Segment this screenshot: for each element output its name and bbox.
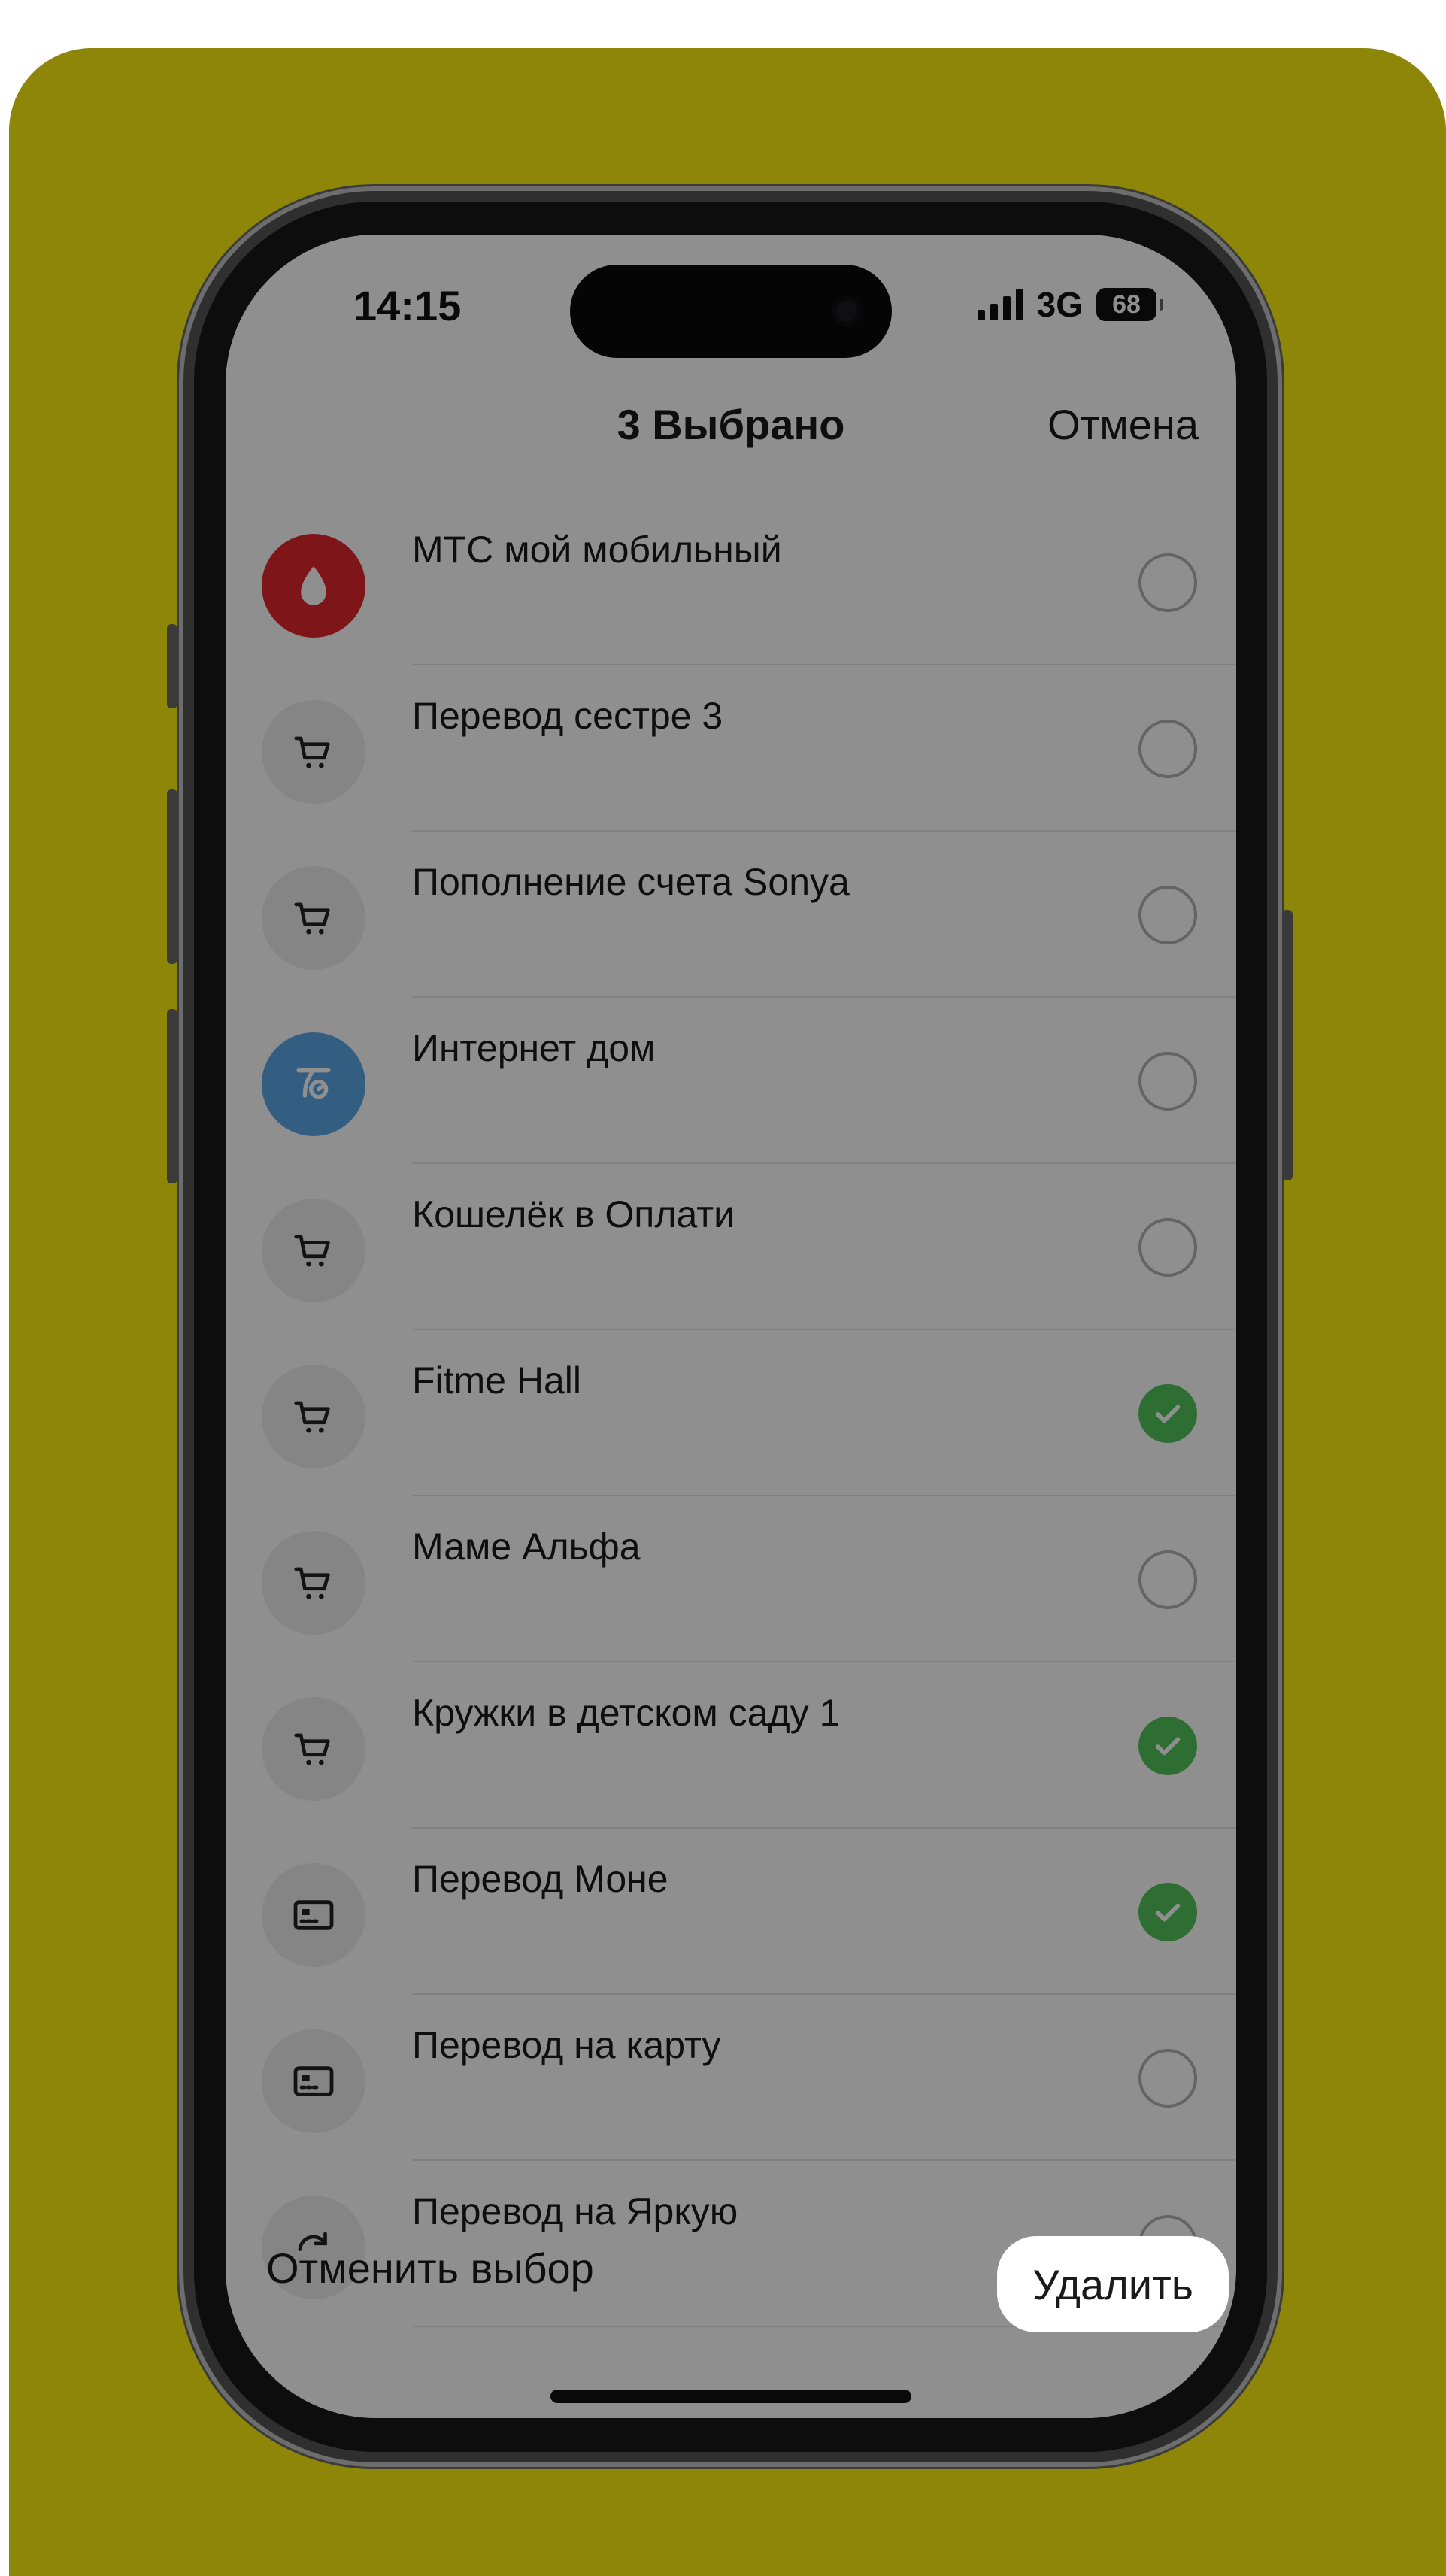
list-item-label: Перевод Моне [412, 1858, 668, 1900]
delete-button[interactable]: Удалить [997, 2236, 1229, 2332]
list-item-label: Кошелёк в Оплати [412, 1193, 735, 1235]
checkbox-checked[interactable] [1138, 1717, 1197, 1775]
power-button [1282, 910, 1293, 1180]
card-icon [262, 1863, 365, 1967]
cart-icon [262, 866, 365, 970]
checkbox-unchecked[interactable] [1138, 1550, 1197, 1609]
cart-icon [262, 1365, 365, 1468]
checkbox-checked[interactable] [1138, 1883, 1197, 1941]
list-item-label: Интернет дом [412, 1027, 656, 1069]
checkbox-unchecked[interactable] [1138, 886, 1197, 944]
list-item[interactable]: Интернет дом [226, 998, 1236, 1164]
list-item-label: Пополнение счета Sonya [412, 861, 850, 903]
status-time: 14:15 [353, 282, 462, 329]
list-item-label: Перевод сестре 3 [412, 695, 723, 737]
list-item[interactable]: Кружки в детском саду 1 [226, 1662, 1236, 1829]
action-button [167, 624, 177, 708]
list-item[interactable]: Перевод на карту [226, 1995, 1236, 2161]
front-camera [832, 296, 862, 326]
cart-icon [262, 1199, 365, 1302]
volume-down-button [167, 1009, 177, 1183]
dynamic-island [570, 265, 892, 358]
list-item[interactable]: Маме Альфа [226, 1496, 1236, 1662]
checkbox-unchecked[interactable] [1138, 1052, 1197, 1111]
cancel-button[interactable]: Отмена [1047, 400, 1199, 449]
cart-icon [262, 1697, 365, 1801]
list-item-label: Fitme Hall [412, 1359, 582, 1402]
cart-icon [262, 700, 365, 804]
list-item[interactable]: Пополнение счета Sonya [226, 832, 1236, 998]
checkbox-unchecked[interactable] [1138, 553, 1197, 612]
checkbox-unchecked[interactable] [1138, 720, 1197, 778]
signal-icon [977, 289, 1023, 320]
card-icon [262, 2029, 365, 2133]
volume-up-button [167, 789, 177, 964]
favorites-list: МТС мой мобильный Перевод сестре 3 Пополне… [226, 499, 1236, 2327]
list-item-label: Кружки в детском саду 1 [412, 1692, 841, 1734]
list-item-label: Маме Альфа [412, 1526, 641, 1568]
internet-provider-icon [262, 1032, 365, 1136]
list-item[interactable]: МТС мой мобильный [226, 499, 1236, 665]
list-item[interactable]: Перевод сестре 3 [226, 665, 1236, 832]
network-type: 3G [1036, 285, 1083, 324]
checkbox-unchecked[interactable] [1138, 1218, 1197, 1277]
checkbox-unchecked[interactable] [1138, 2049, 1197, 2108]
list-item-label: Перевод на карту [412, 2024, 721, 2066]
list-item[interactable]: Перевод Моне [226, 1829, 1236, 1995]
deselect-button[interactable]: Отменить выбор [266, 2244, 594, 2293]
list-item[interactable]: Кошелёк в Оплати [226, 1164, 1236, 1330]
battery-icon: 68 [1096, 288, 1163, 321]
cart-icon [262, 1531, 365, 1635]
list-item[interactable]: Fitme Hall [226, 1330, 1236, 1496]
mts-egg-icon [262, 534, 365, 638]
phone-screen: 14:15 3G 68 3 Выбрано Отмена МТС мой моб… [226, 235, 1236, 2418]
list-item-label: МТС мой мобильный [412, 529, 782, 571]
home-indicator[interactable] [550, 2390, 911, 2403]
checkbox-checked[interactable] [1138, 1384, 1197, 1443]
status-indicators: 3G 68 [977, 284, 1163, 325]
